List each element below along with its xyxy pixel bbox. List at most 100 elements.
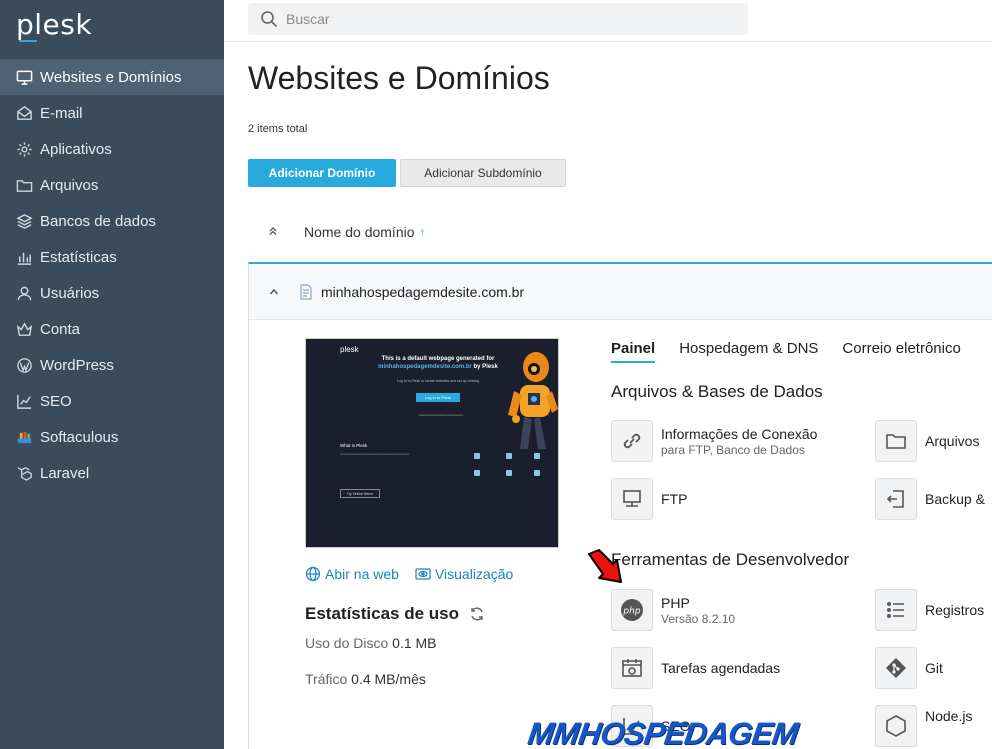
sidebar-item-laravel[interactable]: Laravel	[0, 455, 224, 491]
sidebar-item-wordpress[interactable]: WordPress	[0, 347, 224, 383]
tool-files[interactable]: Arquivos	[875, 420, 979, 462]
tool-sublabel: Versão 8.2.10	[661, 612, 736, 626]
tool-logs[interactable]: Registros	[875, 589, 984, 631]
calendar-clock-icon	[611, 647, 653, 689]
sidebar-item-label: Websites e Domínios	[40, 68, 182, 86]
tool-connection-info[interactable]: Informações de Conexão para FTP, Banco d…	[611, 420, 817, 462]
tool-nodejs[interactable]: Node.js	[875, 705, 972, 747]
search-box[interactable]	[248, 3, 748, 35]
sidebar-item-label: Arquivos	[40, 176, 99, 194]
tab-painel[interactable]: Painel	[611, 340, 656, 363]
tool-label: PHP	[661, 595, 690, 611]
tool-label: Arquivos	[925, 433, 980, 449]
tool-label: Informações de Conexão	[661, 426, 818, 442]
wordpress-icon	[15, 356, 33, 374]
tool-backup[interactable]: Backup &	[875, 478, 985, 520]
tool-sublabel: para FTP, Banco de Dados	[661, 443, 805, 457]
website-preview-thumbnail[interactable]: plesk This is a default webpage generate…	[305, 338, 559, 548]
thumbnail-heading: This is a default webpage generated for …	[368, 355, 508, 371]
tool-label: Git	[925, 660, 943, 676]
search-input[interactable]	[286, 11, 726, 27]
main-content: Websites e Domínios 2 items total Adicio…	[224, 0, 992, 749]
thumbnail-demo-button: Try Online Demo	[340, 489, 380, 498]
sidebar-item-seo[interactable]: SEO	[0, 383, 224, 419]
sidebar-item-stats[interactable]: Estatísticas	[0, 239, 224, 275]
watermark-logo: MMHOSPEDAGEM	[525, 716, 801, 749]
sidebar: plesk Websites e Domínios E-mail Aplicat…	[0, 0, 224, 749]
tool-git[interactable]: Git	[875, 647, 943, 689]
gear-icon	[15, 140, 33, 158]
sidebar-item-email[interactable]: E-mail	[0, 95, 224, 131]
thumbnail-feature-icon	[474, 470, 480, 476]
git-icon	[875, 647, 917, 689]
add-domain-button[interactable]: Adicionar Domínio	[248, 159, 396, 187]
open-in-web-link[interactable]: Abir na web	[305, 566, 399, 582]
sidebar-item-websites[interactable]: Websites e Domínios	[0, 59, 224, 95]
page-title: Websites e Domínios	[248, 60, 550, 96]
preview-label: Visualização	[434, 566, 514, 582]
usage-stats-title-text: Estatísticas de uso	[305, 604, 460, 623]
chevron-up-icon[interactable]	[269, 285, 283, 299]
tab-mail[interactable]: Correio eletrônico	[842, 340, 960, 363]
tool-scheduled-tasks[interactable]: Tarefas agendadas	[611, 647, 780, 689]
sidebar-item-label: Softaculous	[40, 428, 119, 446]
sidebar-item-label: Conta	[40, 320, 81, 338]
svg-text:php: php	[622, 607, 640, 617]
ftp-icon	[611, 478, 653, 520]
softaculous-icon	[15, 428, 33, 446]
bar-chart-icon	[15, 248, 33, 266]
envelope-icon	[15, 104, 33, 122]
sidebar-item-apps[interactable]: Aplicativos	[0, 131, 224, 167]
preview-link[interactable]: Visualização	[415, 566, 513, 582]
tool-label: Registros	[925, 602, 985, 618]
tool-label: FTP	[661, 491, 688, 507]
sidebar-item-files[interactable]: Arquivos	[0, 167, 224, 203]
sidebar-item-label: Estatísticas	[40, 248, 117, 266]
tool-php[interactable]: php PHP Versão 8.2.10	[611, 589, 735, 631]
tool-label: Backup &	[925, 491, 985, 507]
folder-icon	[15, 176, 33, 194]
sort-by-domain-name[interactable]: Nome do domínio	[304, 224, 415, 240]
thumbnail-text-placeholder: ▪▪▪▪▪▪▪▪▪▪▪▪▪▪▪▪▪▪▪▪▪▪▪▪▪▪▪▪▪▪▪▪▪▪▪▪▪▪▪▪…	[418, 413, 464, 417]
sidebar-item-account[interactable]: Conta	[0, 311, 224, 347]
document-icon	[300, 283, 312, 300]
domain-name-link[interactable]: minhahospedagemdesite.com.br	[321, 284, 524, 300]
tool-ftp[interactable]: FTP	[611, 478, 687, 520]
items-total: 2 items total	[248, 123, 308, 135]
traffic-value: 0.4 MB/mês	[351, 671, 426, 687]
sidebar-item-softaculous[interactable]: Softaculous	[0, 419, 224, 455]
section-dev-tools: Ferramentas de Desenvolvedor	[611, 550, 850, 569]
tool-label: Node.js	[925, 708, 973, 724]
thumbnail-description-placeholder: ▪▪▪▪▪▪▪▪▪▪▪▪▪▪▪▪▪▪▪▪▪▪▪▪▪▪▪▪▪▪▪▪▪▪▪▪▪▪▪▪…	[340, 452, 410, 456]
thumbnail-login-button: Log in to Plesk	[416, 393, 460, 402]
domain-row[interactable]: minhahospedagemdesite.com.br	[249, 264, 992, 320]
link-icon	[611, 420, 653, 462]
globe-icon	[305, 566, 321, 582]
disk-usage-label: Uso do Disco	[305, 635, 389, 651]
sidebar-nav: Websites e Domínios E-mail Aplicativos A…	[0, 59, 224, 491]
database-icon	[15, 212, 33, 230]
list-icon	[875, 589, 917, 631]
tab-hosting-dns[interactable]: Hospedagem & DNS	[679, 340, 818, 363]
collapse-all-icon[interactable]	[268, 225, 292, 239]
traffic-row: Tráfico 0.4 MB/mês	[305, 671, 426, 687]
backup-icon	[875, 478, 917, 520]
disk-usage-value: 0.1 MB	[392, 635, 437, 651]
laravel-icon	[15, 464, 33, 482]
nodejs-icon	[875, 705, 917, 747]
eye-icon	[415, 568, 431, 580]
logo-underline	[19, 40, 37, 42]
add-subdomain-button[interactable]: Adicionar Subdomínio	[400, 159, 566, 187]
plesk-logo[interactable]: plesk	[16, 8, 92, 41]
search-icon	[261, 11, 278, 28]
domain-column-header: Nome do domínio ↑	[248, 212, 992, 252]
thumbnail-subtitle: Log in to Plesk to create websites and s…	[397, 379, 479, 383]
sidebar-item-users[interactable]: Usuários	[0, 275, 224, 311]
user-icon	[15, 284, 33, 302]
sort-arrow-icon: ↑	[419, 225, 426, 239]
tool-label: Tarefas agendadas	[661, 660, 781, 676]
refresh-icon[interactable]	[469, 606, 485, 622]
sidebar-item-label: Laravel	[40, 464, 90, 482]
red-arrow-annotation	[588, 549, 622, 583]
sidebar-item-databases[interactable]: Bancos de dados	[0, 203, 224, 239]
